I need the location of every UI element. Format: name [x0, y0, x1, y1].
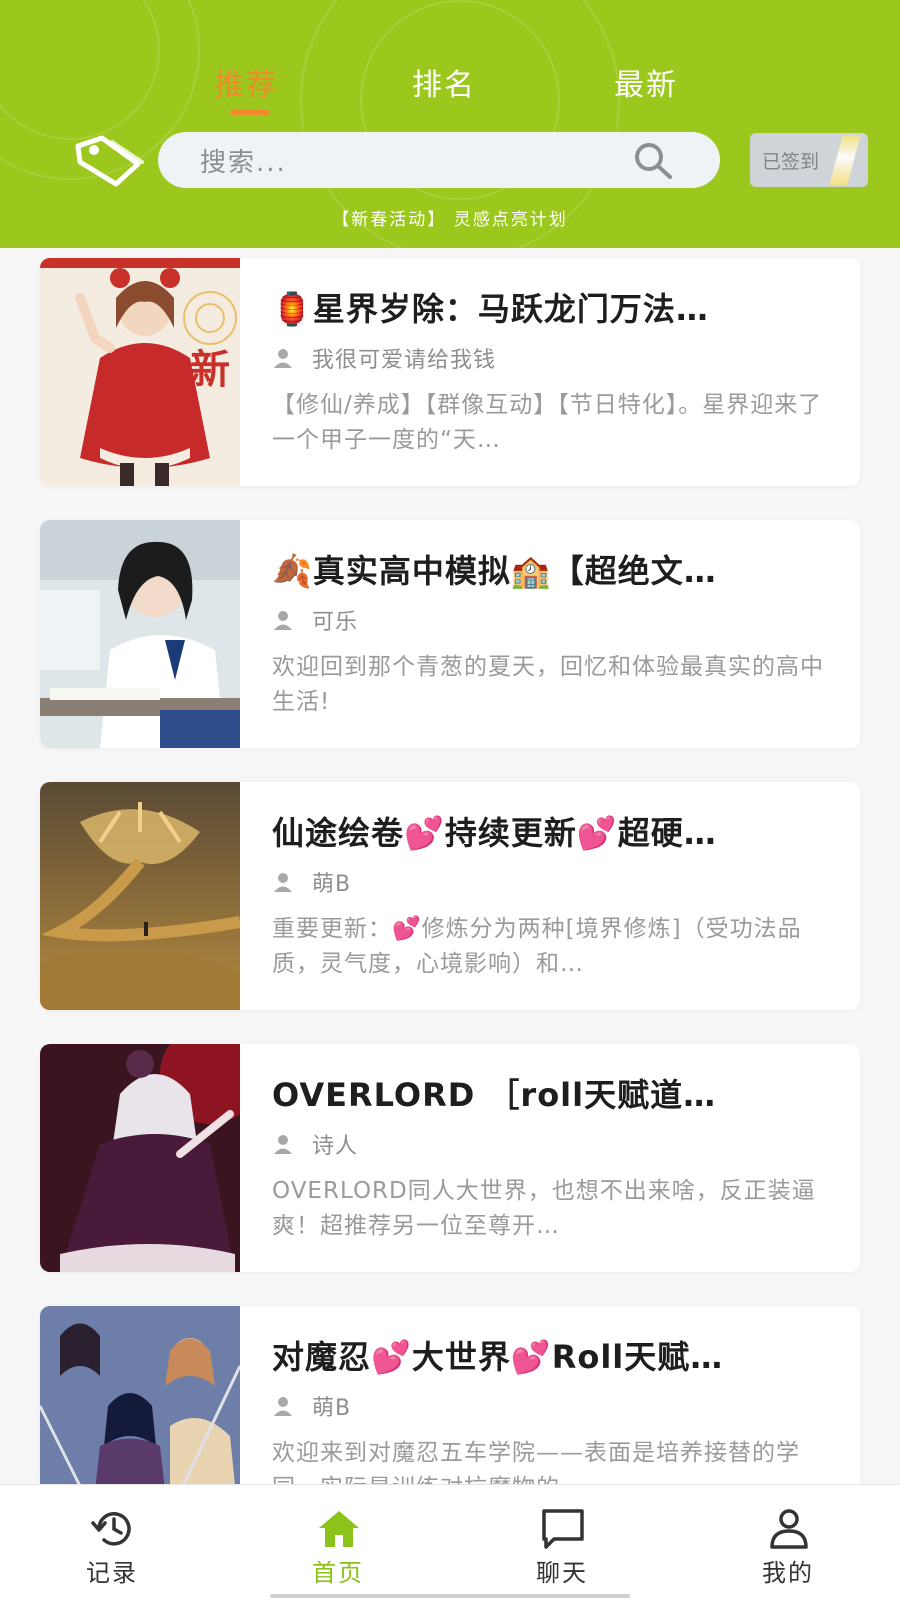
chat-icon	[542, 1509, 584, 1549]
story-card[interactable]: 新 🏮星界岁除：马跃龙门万法… 我很可爱请给我钱 【修仙/养成】【群像互动】【节…	[40, 258, 860, 486]
author-name: 诗人	[312, 1134, 359, 1159]
search-icon[interactable]	[632, 140, 676, 180]
story-cover-image	[40, 1044, 240, 1272]
history-icon	[91, 1512, 131, 1546]
top-tabs: 推荐 排名 最新	[0, 60, 900, 120]
bottom-nav: 记录 首页 聊天 我的	[0, 1484, 900, 1600]
story-title: 🏮星界岁除：马跃龙门万法…	[272, 290, 709, 328]
home-indicator	[270, 1594, 630, 1598]
top-header: 推荐 排名 最新 搜索... 已签到 【新春活动】 灵感点亮计划	[0, 0, 900, 248]
story-author: 萌B	[272, 866, 351, 898]
nav-item-chat[interactable]: 聊天	[502, 1485, 622, 1600]
story-title: 对魔忍💕大世界💕Roll天赋…	[272, 1338, 724, 1376]
person-icon	[274, 1135, 292, 1154]
nav-label-home: 首页	[312, 1559, 364, 1587]
story-cover-image	[40, 782, 240, 1010]
story-description: 【修仙/养成】【群像互动】【节日特化】。星界迎来了一个甲子一度的“天…	[272, 392, 823, 453]
tab-latest[interactable]: 最新	[614, 60, 678, 104]
story-title: 🍂真实高中模拟🏫【超绝文…	[272, 552, 717, 590]
search-placeholder: 搜索...	[200, 147, 287, 178]
user-icon	[770, 1509, 808, 1549]
story-author: 诗人	[272, 1128, 358, 1160]
story-card[interactable]: OVERLORD ［roll天赋道… 诗人 OVERLORD同人大世界，也想不出…	[40, 1044, 860, 1272]
home-icon	[319, 1511, 359, 1547]
story-info: OVERLORD ［roll天赋道… 诗人 OVERLORD同人大世界，也想不出…	[272, 1044, 842, 1272]
checkin-label: 已签到	[762, 150, 820, 173]
author-name: 可乐	[312, 610, 359, 635]
active-tab-indicator	[230, 110, 270, 115]
story-author: 可乐	[272, 604, 358, 636]
activity-banner[interactable]: 【新春活动】 灵感点亮计划	[0, 205, 900, 230]
story-cover-image: 新	[40, 258, 240, 486]
story-card[interactable]: 仙途绘卷💕持续更新💕超硬… 萌B 重要更新：💕修炼分为两种[境界修炼]（受功法品…	[40, 782, 860, 1010]
search-input[interactable]: 搜索...	[158, 132, 720, 188]
story-info: 仙途绘卷💕持续更新💕超硬… 萌B 重要更新：💕修炼分为两种[境界修炼]（受功法品…	[272, 782, 842, 1010]
story-description: 重要更新：💕修炼分为两种[境界修炼]（受功法品质，灵气度，心境影响）和…	[272, 916, 802, 977]
story-info: 🏮星界岁除：马跃龙门万法… 我很可爱请给我钱 【修仙/养成】【群像互动】【节日特…	[272, 258, 842, 486]
story-description: 欢迎回到那个青葱的夏天，回忆和体验最真实的高中生活!	[272, 654, 824, 715]
svg-text:新: 新	[190, 347, 230, 393]
story-title: OVERLORD ［roll天赋道…	[272, 1076, 717, 1114]
nav-item-home[interactable]: 首页	[278, 1485, 398, 1600]
story-card[interactable]: 🍂真实高中模拟🏫【超绝文… 可乐 欢迎回到那个青葱的夏天，回忆和体验最真实的高中…	[40, 520, 860, 748]
person-icon	[274, 611, 292, 630]
nav-label-chat: 聊天	[536, 1559, 588, 1587]
story-author: 萌B	[272, 1390, 351, 1422]
person-icon	[274, 1397, 292, 1416]
person-icon	[274, 873, 292, 892]
person-icon	[274, 349, 292, 368]
nav-item-history[interactable]: 记录	[52, 1485, 172, 1600]
story-title: 仙途绘卷💕持续更新💕超硬…	[272, 814, 717, 852]
story-author: 我很可爱请给我钱	[272, 342, 496, 374]
checkin-button[interactable]: 已签到	[750, 133, 868, 187]
tab-recommend[interactable]: 推荐	[214, 60, 278, 104]
story-cover-image	[40, 520, 240, 748]
story-info: 🍂真实高中模拟🏫【超绝文… 可乐 欢迎回到那个青葱的夏天，回忆和体验最真实的高中…	[272, 520, 842, 748]
tag-icon[interactable]	[72, 132, 144, 188]
nav-label-profile: 我的	[762, 1559, 814, 1587]
author-name: 萌B	[312, 1396, 352, 1421]
tab-ranking[interactable]: 排名	[412, 60, 476, 104]
checkin-shine	[829, 135, 861, 185]
author-name: 我很可爱请给我钱	[312, 348, 497, 373]
nav-item-profile[interactable]: 我的	[728, 1485, 848, 1600]
story-description: OVERLORD同人大世界，也想不出来啥，反正装逼爽！超推荐另一位至尊开…	[272, 1178, 816, 1239]
author-name: 萌B	[312, 872, 352, 897]
nav-label-history: 记录	[86, 1559, 138, 1587]
